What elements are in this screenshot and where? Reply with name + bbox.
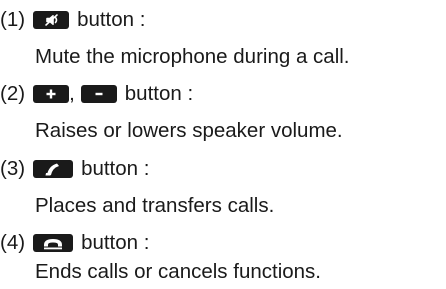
item-2-heading: (2) , button : — [0, 82, 193, 106]
mute-key-icon — [33, 11, 70, 29]
button-descriptions: (1) button : Mute the microphone during … — [0, 0, 446, 289]
item-4-description: Ends calls or cancels functions. — [35, 260, 321, 283]
item-2-separator: , — [69, 82, 75, 105]
item-2-description: Raises or lowers speaker volume. — [35, 119, 343, 142]
item-3-description: Places and transfers calls. — [35, 194, 275, 217]
end-call-key-icon — [33, 234, 74, 252]
item-1-number: (1) — [0, 8, 26, 31]
item-3-heading: (3) button : — [0, 157, 149, 181]
item-1-description: Mute the microphone during a call. — [35, 45, 350, 68]
plus-key-icon — [33, 85, 70, 103]
item-3-number: (3) — [0, 157, 26, 180]
item-4-heading: (4) button : — [0, 231, 149, 255]
item-2-number: (2) — [0, 82, 26, 105]
item-2-suffix: button : — [124, 82, 194, 105]
item-4-number: (4) — [0, 231, 26, 254]
item-3-suffix: button : — [81, 157, 150, 180]
item-1-suffix: button : — [77, 8, 146, 31]
minus-key-icon — [80, 85, 117, 103]
item-4-suffix: button : — [81, 231, 150, 254]
item-1-heading: (1) button : — [0, 8, 145, 32]
call-key-icon — [33, 160, 74, 178]
